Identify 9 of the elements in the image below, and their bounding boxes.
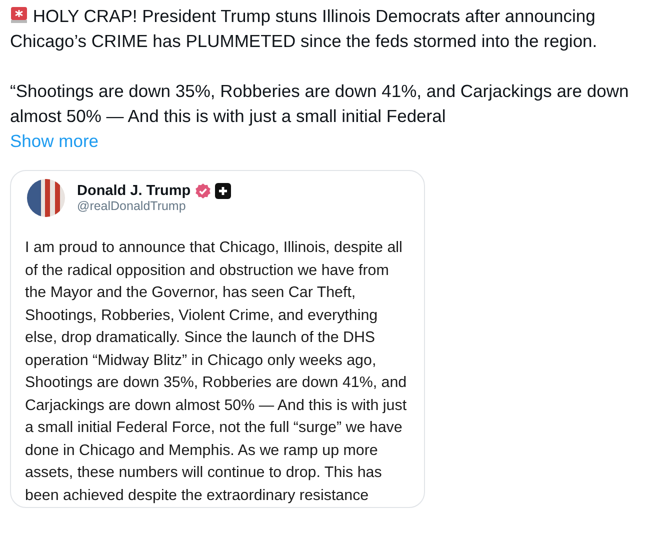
show-more-link[interactable]: Show more bbox=[10, 129, 99, 154]
post-body: I am proud to announce that Chicago, Illinois, despite all of the radical opposition and obstruction we have from the Mayor and the Governor, has seen Car Theft, Shootings, Robberies, Violent Crime, and everything else, drop dramatically. Since the launch of the DHS operation “Midway Blitz” in Chicago only weeks ago, Shootings are down 35%, Robberies are down 41%, and Carjackings are down almost 50% — And this is with just a small initial Federal Force, not the full “surge” we have done in Chicago and Memphis. As we ramp up more assets, these numbers will continue to drop. This has been achieved despite the extraordinary resistance bbox=[25, 238, 408, 506]
author-name: Donald J. Trump bbox=[77, 183, 191, 199]
post-text: HOLY CRAP! President Trump stuns Illinois Democrats after announcing Chicago’s CRIME has PLUMMETED since the feds stormed into the region. bbox=[10, 5, 598, 53]
plus-icon bbox=[214, 183, 231, 199]
avatar-icon bbox=[27, 179, 65, 217]
siren-icon bbox=[10, 6, 28, 24]
quote-text: “Shootings are down 35%, Robberies are down 41%, and Carjackings are down almost 50% — And this is with just a small initial Federal bbox=[10, 80, 630, 128]
author-handle: @realDonaldTrump bbox=[77, 199, 187, 213]
